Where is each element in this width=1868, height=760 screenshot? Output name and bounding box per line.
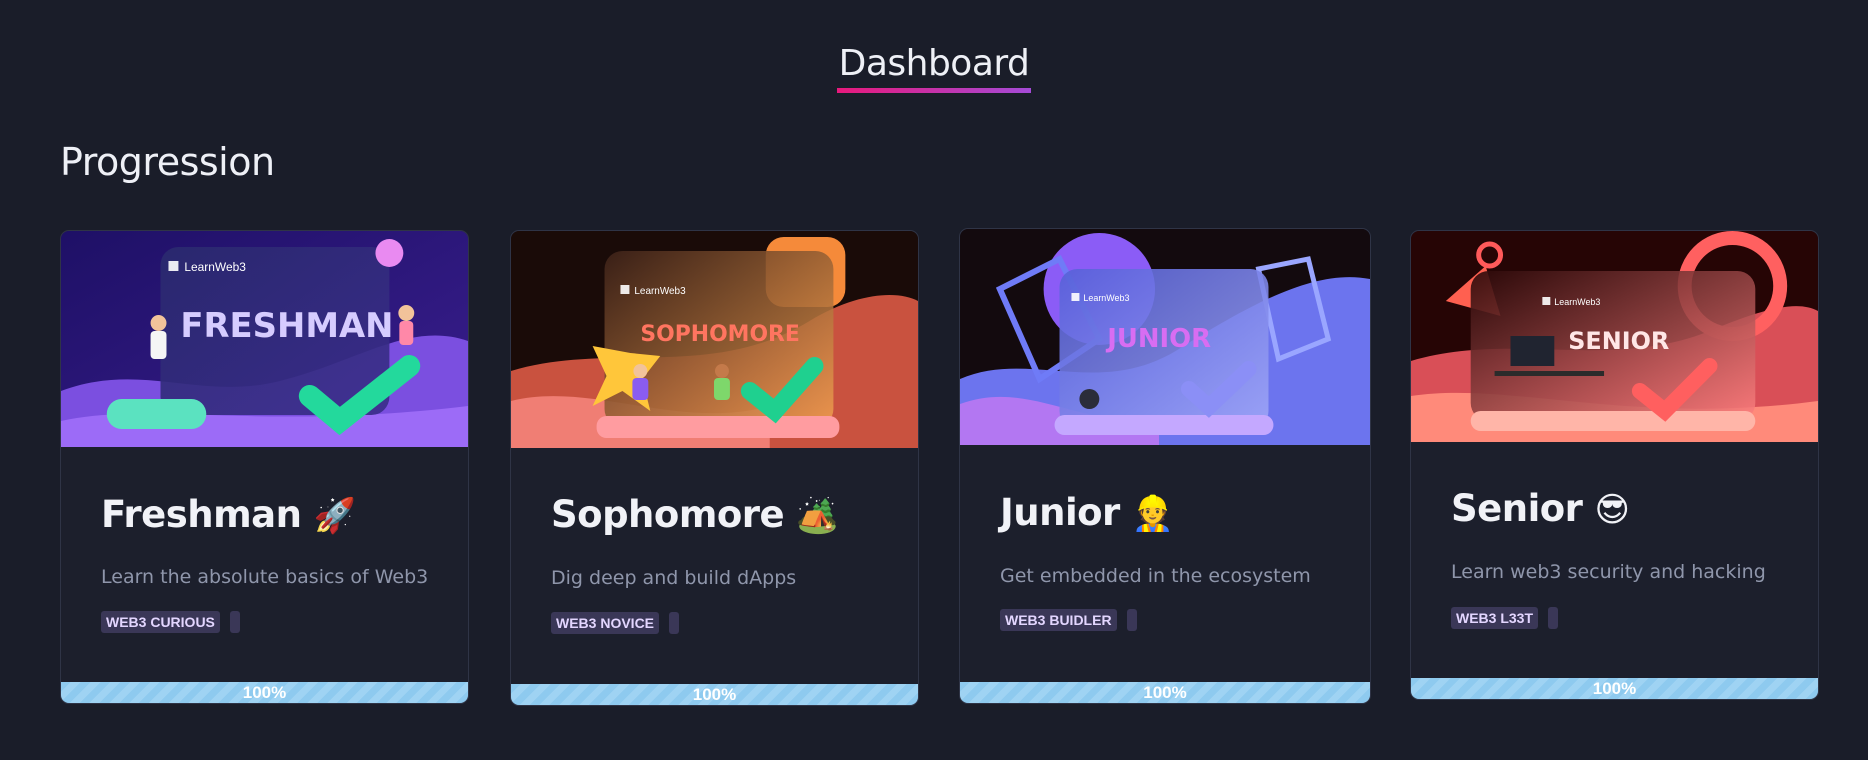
hero-word: FRESHMAN bbox=[180, 306, 393, 345]
hero-word: JUNIOR bbox=[1105, 324, 1211, 354]
level-description: Dig deep and build dApps bbox=[551, 567, 797, 589]
level-title-text: Junior bbox=[1000, 491, 1120, 534]
progress-bar: 100% bbox=[511, 684, 918, 705]
progress-label: 100% bbox=[1592, 679, 1637, 698]
level-title-text: Sophomore bbox=[551, 493, 785, 536]
hero-brand: LearnWeb3 bbox=[1083, 293, 1129, 303]
empty-badge bbox=[1126, 609, 1137, 631]
progress-label: 100% bbox=[1143, 683, 1187, 702]
progress-bar: 100% bbox=[1411, 678, 1818, 699]
level-description: Learn web3 security and hacking bbox=[1451, 561, 1766, 583]
level-badge: WEB3 L33T bbox=[1451, 607, 1539, 629]
hero-word: SOPHOMORE bbox=[640, 322, 800, 347]
rocket-icon: 🚀 bbox=[313, 496, 356, 536]
level-card-junior[interactable]: LearnWeb3 JUNIOR Junior 👷 Get embedded in… bbox=[959, 228, 1371, 704]
level-card-sophomore[interactable]: LearnWeb3 SOPHOMORE Sophomore 🏕️ Dig deep… bbox=[510, 230, 919, 706]
badge-row: WEB3 L33T bbox=[1451, 607, 1559, 629]
level-title: Junior 👷 bbox=[1000, 491, 1174, 534]
empty-badge bbox=[1548, 607, 1559, 629]
hero-image: LearnWeb3 SOPHOMORE bbox=[511, 231, 918, 448]
section-title: Progression bbox=[60, 140, 275, 184]
construction-worker-icon: 👷 bbox=[1131, 494, 1174, 534]
level-description: Learn the absolute basics of Web3 bbox=[101, 566, 429, 588]
level-description: Get embedded in the ecosystem bbox=[1000, 565, 1311, 587]
hero-image: LearnWeb3 SENIOR bbox=[1411, 231, 1818, 442]
level-card-senior[interactable]: LearnWeb3 SENIOR Senior 😎 Learn web3 secu… bbox=[1410, 230, 1819, 700]
progress-bar: 100% bbox=[960, 682, 1370, 703]
sunglasses-face-icon: 😎 bbox=[1594, 490, 1630, 530]
hero-brand: LearnWeb3 bbox=[1554, 297, 1600, 307]
badge-row: WEB3 NOVICE bbox=[551, 612, 680, 634]
empty-badge bbox=[229, 611, 240, 633]
empty-badge bbox=[669, 612, 680, 634]
hero-image: LearnWeb3 FRESHMAN bbox=[61, 231, 468, 447]
page-title-text: Dashboard bbox=[836, 44, 1032, 93]
hero-word: SENIOR bbox=[1568, 327, 1669, 355]
hero-brand: LearnWeb3 bbox=[634, 286, 686, 297]
progress-label: 100% bbox=[242, 683, 287, 702]
badge-row: WEB3 CURIOUS bbox=[101, 611, 240, 633]
camping-icon: 🏕️ bbox=[796, 496, 838, 536]
badge-row: WEB3 BUIDLER bbox=[1000, 609, 1137, 631]
level-title: Sophomore 🏕️ bbox=[551, 493, 838, 536]
level-title-text: Senior bbox=[1451, 487, 1583, 530]
progress-label: 100% bbox=[692, 685, 737, 704]
page-title: Dashboard bbox=[0, 44, 1868, 93]
level-badge: WEB3 CURIOUS bbox=[101, 611, 220, 633]
level-badge: WEB3 BUIDLER bbox=[1000, 609, 1117, 631]
progress-bar: 100% bbox=[61, 682, 468, 703]
level-title: Freshman 🚀 bbox=[101, 493, 356, 536]
level-title: Senior 😎 bbox=[1451, 487, 1630, 530]
level-card-freshman[interactable]: LearnWeb3 FRESHMAN Freshman 🚀 Learn the a… bbox=[60, 230, 469, 704]
level-title-text: Freshman bbox=[101, 493, 302, 536]
hero-image: LearnWeb3 JUNIOR bbox=[960, 229, 1370, 445]
hero-brand: LearnWeb3 bbox=[184, 260, 246, 274]
level-badge: WEB3 NOVICE bbox=[551, 612, 660, 634]
